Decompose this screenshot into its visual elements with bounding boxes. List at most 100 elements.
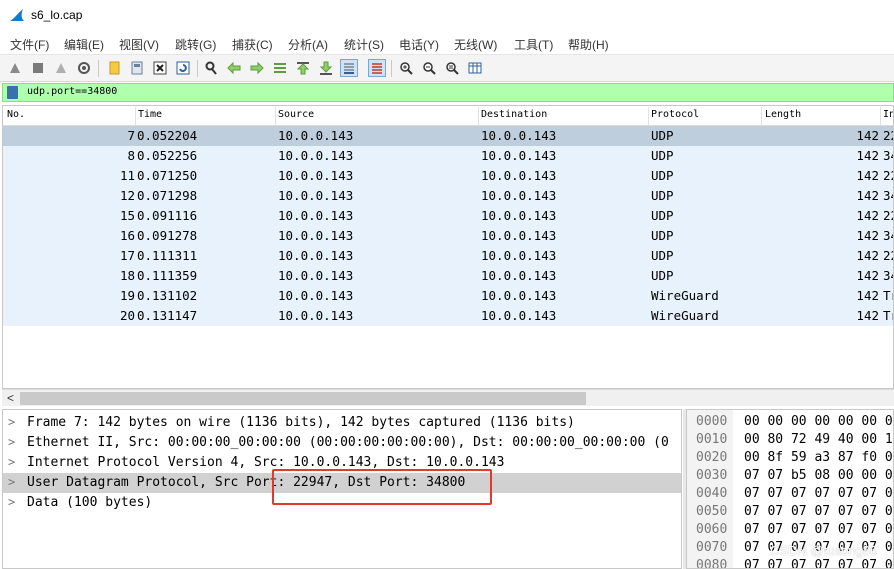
- column-header-destination[interactable]: Destination: [481, 109, 547, 126]
- packet-source: 10.0.0.143: [278, 288, 354, 303]
- toolbar-separator: [391, 60, 392, 77]
- restart-capture-icon[interactable]: [52, 59, 70, 77]
- byte-hex: 07 07 07 07 07 07 0: [744, 522, 893, 537]
- detail-row-ethernet[interactable]: > Ethernet II, Src: 00:00:00_00:00:00 (0…: [3, 433, 681, 453]
- column-divider[interactable]: [275, 107, 276, 125]
- menu-telephony[interactable]: 电话(Y): [399, 36, 439, 53]
- byte-offset: 0030: [696, 468, 728, 483]
- expand-chevron-icon[interactable]: >: [8, 435, 15, 449]
- column-divider[interactable]: [135, 107, 136, 125]
- reload-file-icon[interactable]: [174, 59, 192, 77]
- packet-length: 142: [856, 228, 879, 243]
- column-header-protocol[interactable]: Protocol: [651, 109, 699, 126]
- column-header-length[interactable]: Length: [765, 109, 801, 126]
- expand-chevron-icon[interactable]: >: [8, 455, 15, 469]
- menu-wireless[interactable]: 无线(W): [454, 36, 497, 53]
- column-header-info[interactable]: In: [883, 109, 893, 126]
- column-divider[interactable]: [478, 107, 479, 125]
- close-file-icon[interactable]: [151, 59, 169, 77]
- packet-length: 142: [856, 168, 879, 183]
- go-first-icon[interactable]: [294, 59, 312, 77]
- packet-row[interactable]: 18 0.111359 10.0.0.143 10.0.0.143 UDP 14…: [3, 266, 893, 286]
- packet-row[interactable]: 11 0.071250 10.0.0.143 10.0.0.143 UDP 14…: [3, 166, 893, 186]
- expand-chevron-icon[interactable]: >: [8, 475, 15, 489]
- go-last-icon[interactable]: [317, 59, 335, 77]
- bytes-row: 0010 00 80 72 49 40 00 1: [687, 431, 893, 449]
- menu-analyze[interactable]: 分析(A): [288, 36, 328, 53]
- packet-length: 142: [856, 248, 879, 263]
- packet-length: 142: [856, 128, 879, 143]
- packet-destination: 10.0.0.143: [481, 208, 557, 223]
- watermark: CSDN @tusong86: [770, 543, 878, 558]
- menu-view[interactable]: 视图(V): [119, 36, 159, 53]
- packet-time: 0.111311: [137, 248, 198, 263]
- bytes-row: 0060 07 07 07 07 07 07 0: [687, 521, 893, 539]
- byte-hex: 07 07 07 07 07 07 0: [744, 558, 893, 569]
- capture-options-icon[interactable]: [75, 59, 93, 77]
- byte-hex: 00 00 00 00 00 00 0: [744, 414, 893, 429]
- column-divider[interactable]: [761, 107, 762, 125]
- packet-row[interactable]: 17 0.111311 10.0.0.143 10.0.0.143 UDP 14…: [3, 246, 893, 266]
- go-forward-icon[interactable]: [248, 59, 266, 77]
- packet-row[interactable]: 19 0.131102 10.0.0.143 10.0.0.143 WireGu…: [3, 286, 893, 306]
- zoom-normal-icon[interactable]: [443, 59, 461, 77]
- menu-tools[interactable]: 工具(T): [514, 36, 553, 53]
- window-title: s6_lo.cap: [31, 8, 83, 22]
- column-header-source[interactable]: Source: [278, 109, 314, 126]
- packet-source: 10.0.0.143: [278, 128, 354, 143]
- packet-time: 0.071250: [137, 168, 198, 183]
- column-divider[interactable]: [880, 107, 881, 125]
- packet-row[interactable]: 20 0.131147 10.0.0.143 10.0.0.143 WireGu…: [3, 306, 893, 326]
- colorize-icon[interactable]: [368, 59, 386, 77]
- packet-list[interactable]: No. Time Source Destination Protocol Len…: [2, 105, 894, 389]
- go-back-icon[interactable]: [225, 59, 243, 77]
- stop-capture-icon[interactable]: [29, 59, 47, 77]
- column-header-time[interactable]: Time: [138, 109, 162, 126]
- column-header-no[interactable]: No.: [7, 109, 25, 126]
- menu-go[interactable]: 跳转(G): [175, 36, 216, 53]
- packet-row[interactable]: 8 0.052256 10.0.0.143 10.0.0.143 UDP 142…: [3, 146, 893, 166]
- column-divider[interactable]: [648, 107, 649, 125]
- zoom-in-icon[interactable]: [397, 59, 415, 77]
- packet-no: 16: [119, 228, 135, 243]
- packet-no: 20: [119, 308, 135, 323]
- find-packet-icon[interactable]: [202, 59, 220, 77]
- autoscroll-icon[interactable]: [340, 59, 358, 77]
- packet-row[interactable]: 16 0.091278 10.0.0.143 10.0.0.143 UDP 14…: [3, 226, 893, 246]
- go-to-packet-icon[interactable]: [271, 59, 289, 77]
- expand-chevron-icon[interactable]: >: [8, 415, 15, 429]
- packet-source: 10.0.0.143: [278, 228, 354, 243]
- packet-no: 7: [127, 128, 135, 143]
- menu-file[interactable]: 文件(F): [10, 36, 49, 53]
- detail-row-frame[interactable]: > Frame 7: 142 bytes on wire (1136 bits)…: [3, 413, 681, 433]
- packet-info: 22: [883, 248, 893, 263]
- menu-statistics[interactable]: 统计(S): [344, 36, 384, 53]
- start-capture-icon[interactable]: [6, 59, 24, 77]
- scrollbar-thumb[interactable]: [20, 392, 586, 405]
- packet-row[interactable]: 15 0.091116 10.0.0.143 10.0.0.143 UDP 14…: [3, 206, 893, 226]
- packet-length: 142: [856, 308, 879, 323]
- menu-edit[interactable]: 编辑(E): [64, 36, 104, 53]
- packet-no: 19: [119, 288, 135, 303]
- display-filter-input[interactable]: udp.port==34800: [27, 86, 117, 97]
- expand-chevron-icon[interactable]: >: [8, 495, 15, 509]
- save-file-icon[interactable]: [128, 59, 146, 77]
- toolbar-separator: [98, 60, 99, 77]
- packet-length: 142: [856, 268, 879, 283]
- zoom-out-icon[interactable]: [420, 59, 438, 77]
- open-file-icon[interactable]: [105, 59, 123, 77]
- menu-capture[interactable]: 捕获(C): [232, 36, 273, 53]
- byte-hex: 07 07 b5 08 00 00 0: [744, 468, 893, 483]
- scroll-left-icon[interactable]: <: [7, 391, 14, 405]
- packet-row[interactable]: 12 0.071298 10.0.0.143 10.0.0.143 UDP 14…: [3, 186, 893, 206]
- bookmark-icon[interactable]: [7, 86, 18, 99]
- display-filter-bar[interactable]: udp.port==34800: [2, 83, 894, 102]
- packet-row[interactable]: 7 0.052204 10.0.0.143 10.0.0.143 UDP 142…: [3, 126, 893, 146]
- horizontal-scrollbar[interactable]: <: [2, 389, 894, 406]
- menu-help[interactable]: 帮助(H): [568, 36, 609, 53]
- resize-columns-icon[interactable]: [466, 59, 484, 77]
- bytes-row: 0080 07 07 07 07 07 07 0: [687, 557, 893, 569]
- detail-text: Internet Protocol Version 4, Src: 10.0.0…: [27, 455, 505, 470]
- bytes-row: 0020 00 8f 59 a3 87 f0 0: [687, 449, 893, 467]
- packet-info: 22: [883, 128, 893, 143]
